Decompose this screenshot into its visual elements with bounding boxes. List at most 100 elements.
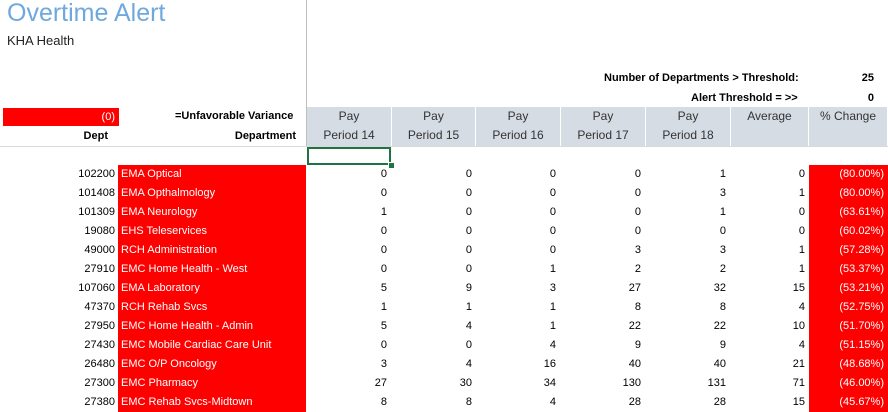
percent-change-cell[interactable]: (48.68%): [809, 355, 888, 374]
period-14-cell[interactable]: 1: [307, 298, 391, 317]
period-17-cell[interactable]: 8: [561, 298, 645, 317]
period-18-cell[interactable]: 1: [646, 165, 730, 184]
period-16-cell[interactable]: 1: [476, 298, 560, 317]
dept-code-cell[interactable]: 27380: [0, 393, 115, 412]
period-17-cell[interactable]: 9: [561, 336, 645, 355]
period-16-cell[interactable]: 4: [476, 336, 560, 355]
period-15-cell[interactable]: 0: [392, 203, 476, 222]
average-cell[interactable]: 4: [725, 298, 809, 317]
period-15-cell[interactable]: 0: [392, 222, 476, 241]
period-16-cell[interactable]: 0: [476, 222, 560, 241]
period-17-cell[interactable]: 27: [561, 279, 645, 298]
period-15-cell[interactable]: 8: [392, 393, 476, 412]
department-name-cell[interactable]: EMC Mobile Cardiac Care Unit: [118, 336, 306, 355]
period-18-cell[interactable]: 32: [646, 279, 730, 298]
dept-code-cell[interactable]: 19080: [0, 222, 115, 241]
average-cell[interactable]: 1: [725, 260, 809, 279]
dept-code-cell[interactable]: 26480: [0, 355, 115, 374]
department-name-cell[interactable]: EHS Teleservices: [118, 222, 306, 241]
average-cell[interactable]: 1: [725, 241, 809, 260]
percent-change-cell[interactable]: (45.67%): [809, 393, 888, 412]
department-name-cell[interactable]: EMA Neurology: [118, 203, 306, 222]
department-name-cell[interactable]: EMC Rehab Svcs-Midtown: [118, 393, 306, 412]
period-15-cell[interactable]: 0: [392, 184, 476, 203]
dept-code-cell[interactable]: 27300: [0, 374, 115, 393]
period-18-cell[interactable]: 22: [646, 317, 730, 336]
period-14-cell[interactable]: 0: [307, 241, 391, 260]
period-15-cell[interactable]: 0: [392, 260, 476, 279]
department-name-cell[interactable]: EMC Home Health - West: [118, 260, 306, 279]
period-14-cell[interactable]: 0: [307, 165, 391, 184]
period-14-cell[interactable]: 8: [307, 393, 391, 412]
average-cell[interactable]: 15: [725, 393, 809, 412]
percent-change-cell[interactable]: (53.37%): [809, 260, 888, 279]
period-18-cell[interactable]: 2: [646, 260, 730, 279]
period-18-cell[interactable]: 131: [646, 374, 730, 393]
percent-change-cell[interactable]: (53.21%): [809, 279, 888, 298]
average-cell[interactable]: 71: [725, 374, 809, 393]
average-cell[interactable]: 4: [725, 336, 809, 355]
average-cell[interactable]: 21: [725, 355, 809, 374]
percent-change-cell[interactable]: (51.70%): [809, 317, 888, 336]
dept-code-cell[interactable]: 27430: [0, 336, 115, 355]
period-15-cell[interactable]: 0: [392, 336, 476, 355]
period-15-cell[interactable]: 9: [392, 279, 476, 298]
period-18-cell[interactable]: 40: [646, 355, 730, 374]
period-17-cell[interactable]: 40: [561, 355, 645, 374]
period-15-cell[interactable]: 4: [392, 355, 476, 374]
period-15-cell[interactable]: 0: [392, 165, 476, 184]
period-16-cell[interactable]: 3: [476, 279, 560, 298]
period-14-cell[interactable]: 0: [307, 222, 391, 241]
period-16-cell[interactable]: 4: [476, 393, 560, 412]
period-18-cell[interactable]: 3: [646, 184, 730, 203]
period-18-cell[interactable]: 3: [646, 241, 730, 260]
period-18-cell[interactable]: 28: [646, 393, 730, 412]
period-16-cell[interactable]: 0: [476, 184, 560, 203]
department-name-cell[interactable]: EMA Opthalmology: [118, 184, 306, 203]
period-17-cell[interactable]: 0: [561, 184, 645, 203]
period-18-cell[interactable]: 1: [646, 203, 730, 222]
period-16-cell[interactable]: 0: [476, 203, 560, 222]
period-16-cell[interactable]: 1: [476, 317, 560, 336]
department-name-cell[interactable]: RCH Administration: [118, 241, 306, 260]
department-name-cell[interactable]: RCH Rehab Svcs: [118, 298, 306, 317]
average-cell[interactable]: 0: [725, 203, 809, 222]
average-cell[interactable]: 0: [725, 222, 809, 241]
period-15-cell[interactable]: 30: [392, 374, 476, 393]
period-18-cell[interactable]: 9: [646, 336, 730, 355]
period-17-cell[interactable]: 28: [561, 393, 645, 412]
percent-change-cell[interactable]: (52.75%): [809, 298, 888, 317]
percent-change-cell[interactable]: (51.15%): [809, 336, 888, 355]
period-15-cell[interactable]: 1: [392, 298, 476, 317]
period-17-cell[interactable]: 0: [561, 222, 645, 241]
dept-code-cell[interactable]: 107060: [0, 279, 115, 298]
period-16-cell[interactable]: 1: [476, 260, 560, 279]
percent-change-cell[interactable]: (80.00%): [809, 165, 888, 184]
period-14-cell[interactable]: 27: [307, 374, 391, 393]
period-18-cell[interactable]: 0: [646, 222, 730, 241]
period-17-cell[interactable]: 2: [561, 260, 645, 279]
period-16-cell[interactable]: 16: [476, 355, 560, 374]
period-14-cell[interactable]: 5: [307, 279, 391, 298]
department-name-cell[interactable]: EMC Home Health - Admin: [118, 317, 306, 336]
period-14-cell[interactable]: 0: [307, 260, 391, 279]
period-17-cell[interactable]: 130: [561, 374, 645, 393]
period-14-cell[interactable]: 1: [307, 203, 391, 222]
dept-code-cell[interactable]: 102200: [0, 165, 115, 184]
dept-code-cell[interactable]: 101309: [0, 203, 115, 222]
period-16-cell[interactable]: 34: [476, 374, 560, 393]
period-14-cell[interactable]: 3: [307, 355, 391, 374]
period-15-cell[interactable]: 4: [392, 317, 476, 336]
period-17-cell[interactable]: 3: [561, 241, 645, 260]
percent-change-cell[interactable]: (57.28%): [809, 241, 888, 260]
period-14-cell[interactable]: 5: [307, 317, 391, 336]
average-cell[interactable]: 15: [725, 279, 809, 298]
department-name-cell[interactable]: EMC Pharmacy: [118, 374, 306, 393]
percent-change-cell[interactable]: (60.02%): [809, 222, 888, 241]
average-cell[interactable]: 0: [725, 165, 809, 184]
department-name-cell[interactable]: EMC O/P Oncology: [118, 355, 306, 374]
period-16-cell[interactable]: 0: [476, 241, 560, 260]
period-17-cell[interactable]: 0: [561, 203, 645, 222]
selected-cell[interactable]: [307, 147, 391, 165]
period-14-cell[interactable]: 0: [307, 184, 391, 203]
